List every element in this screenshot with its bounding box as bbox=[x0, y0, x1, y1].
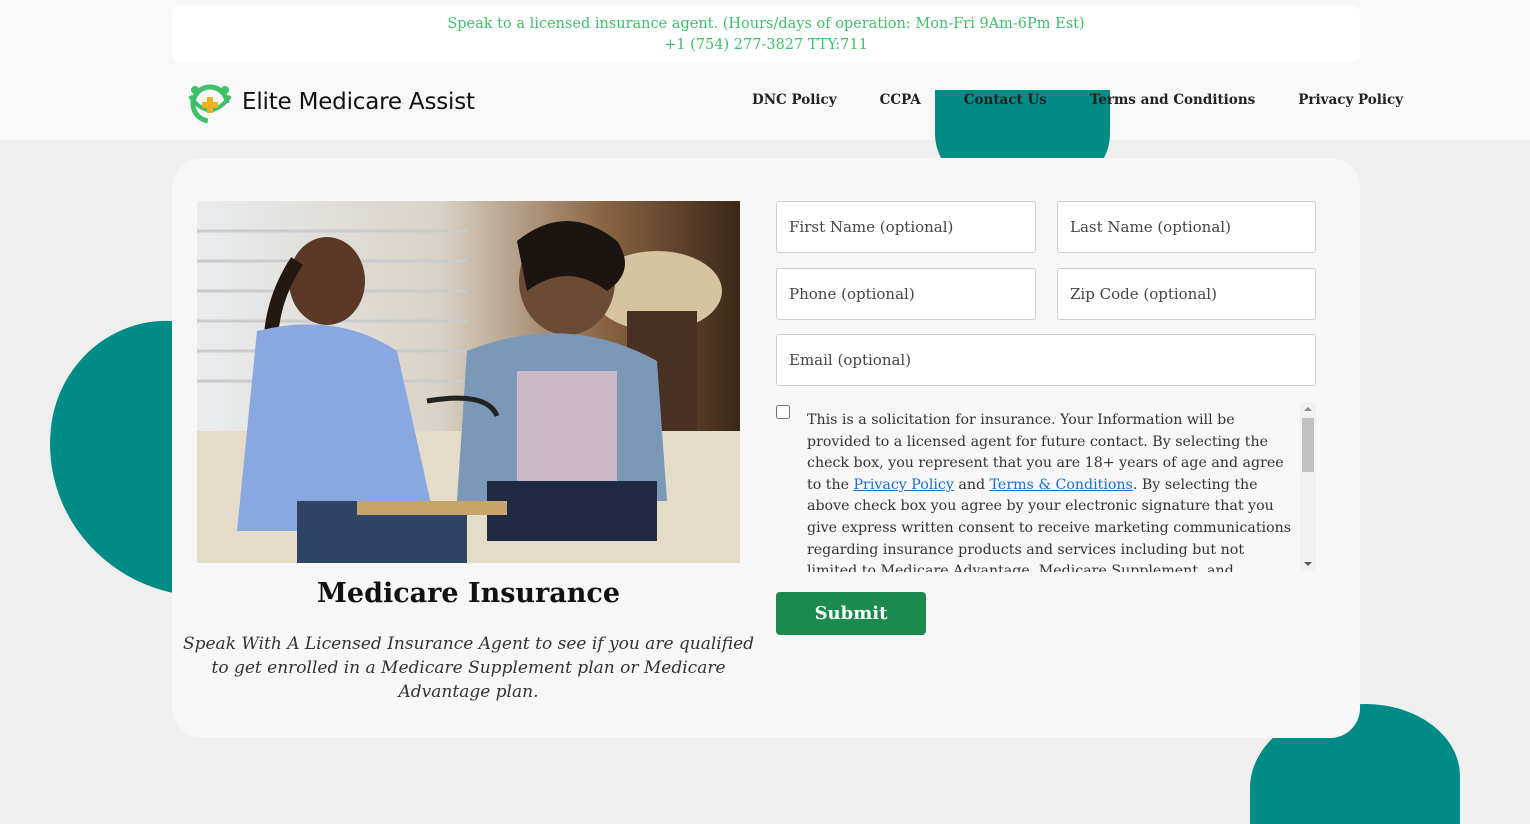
privacy-policy-link[interactable]: Privacy Policy bbox=[854, 477, 954, 493]
scroll-down-arrow-icon[interactable] bbox=[1304, 562, 1312, 566]
brand-name: Elite Medicare Assist bbox=[242, 89, 475, 115]
last-name-field[interactable] bbox=[1057, 201, 1316, 253]
hero-title: Medicare Insurance bbox=[317, 578, 620, 609]
first-name-field[interactable] bbox=[776, 201, 1036, 253]
scrollbar-thumb[interactable] bbox=[1302, 418, 1314, 472]
consent-checkbox[interactable] bbox=[776, 405, 790, 419]
banner-phone-text[interactable]: +1 (754) 277-3827 TTY:711 bbox=[172, 35, 1360, 56]
nav-item-privacy-policy[interactable]: Privacy Policy bbox=[1298, 92, 1403, 108]
main-nav: DNC Policy CCPA Contact Us Terms and Con… bbox=[752, 92, 1403, 108]
nav-item-contact-us[interactable]: Contact Us bbox=[964, 92, 1047, 108]
email-field[interactable] bbox=[776, 334, 1316, 386]
scroll-up-arrow-icon[interactable] bbox=[1304, 407, 1312, 411]
zip-code-field[interactable] bbox=[1057, 268, 1316, 320]
banner-hours-text: Speak to a licensed insurance agent. (Ho… bbox=[447, 16, 1085, 32]
consent-scrollbar[interactable] bbox=[1300, 402, 1316, 571]
contact-banner: Speak to a licensed insurance agent. (Ho… bbox=[172, 5, 1360, 62]
nav-item-terms-and-conditions[interactable]: Terms and Conditions bbox=[1090, 92, 1255, 108]
phone-field[interactable] bbox=[776, 268, 1036, 320]
nav-item-ccpa[interactable]: CCPA bbox=[880, 92, 921, 108]
terms-conditions-link[interactable]: Terms & Conditions bbox=[990, 477, 1133, 493]
lead-form-card: Medicare Insurance Speak With A Licensed… bbox=[172, 158, 1360, 738]
site-logo[interactable]: Elite Medicare Assist bbox=[186, 78, 475, 126]
hero-subtitle: Speak With A Licensed Insurance Agent to… bbox=[182, 634, 755, 702]
nav-item-dnc-policy[interactable]: DNC Policy bbox=[752, 92, 837, 108]
submit-button[interactable]: Submit bbox=[776, 592, 926, 635]
consent-text: This is a solicitation for insurance. Yo… bbox=[807, 410, 1297, 572]
medical-people-logo-icon bbox=[188, 84, 232, 124]
consent-text-and: and bbox=[953, 476, 990, 493]
hero-photo bbox=[197, 201, 740, 563]
